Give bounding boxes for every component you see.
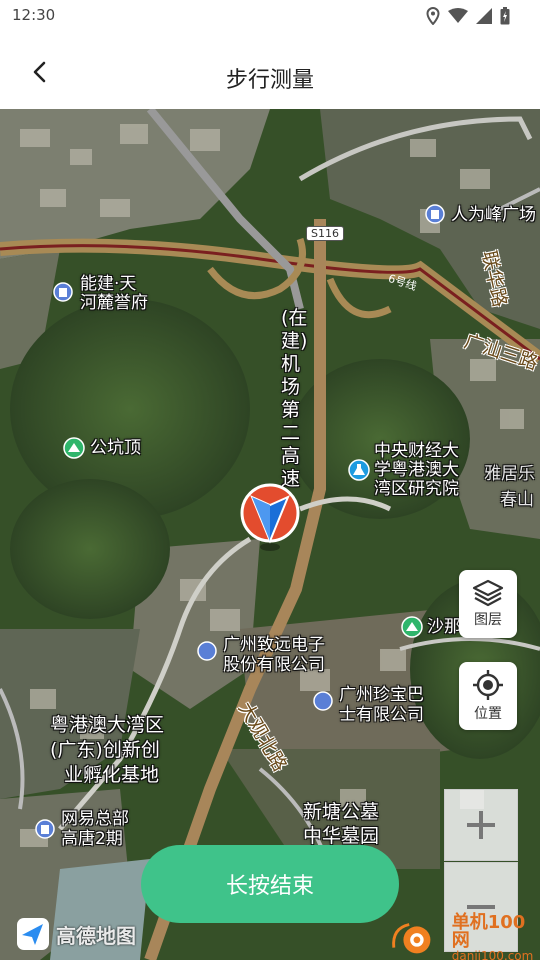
poi-label-wangyi-2: 高唐2期 xyxy=(61,829,123,849)
watermark-logo-icon xyxy=(392,923,431,954)
highway-shield: S116 xyxy=(306,226,344,241)
poi-label-zhiyuan-2: 股份有限公司 xyxy=(223,655,325,675)
status-time: 12:30 xyxy=(12,6,56,24)
poi-label-yaju-2: 春山 xyxy=(500,490,534,510)
poi-label-wangyi-1: 网易总部 xyxy=(61,809,129,829)
amap-logo-icon xyxy=(17,918,49,950)
amap-logo: 高德地图 xyxy=(16,917,136,951)
location-label: 位置 xyxy=(474,706,502,722)
location-button[interactable]: 位置 xyxy=(459,662,517,730)
poi-label-zhenbao-1: 广州珍宝巴 xyxy=(339,685,424,705)
poi-label-yuegang-3: 业孵化基地 xyxy=(64,764,160,786)
locate-icon xyxy=(473,670,503,700)
layers-label: 图层 xyxy=(474,612,502,628)
poi-label-zhiyuan-1: 广州致远电子 xyxy=(223,635,325,655)
poi-label-zhenbao-2: 士有限公司 xyxy=(339,705,424,725)
poi-label-shana: 沙那 xyxy=(427,617,461,637)
current-location-marker-icon xyxy=(240,483,300,551)
plus-icon xyxy=(467,811,495,839)
layers-button[interactable]: 图层 xyxy=(459,570,517,638)
poi-label-zhongyang-2: 学粤港澳大 xyxy=(374,460,459,480)
poi-mountain-icon xyxy=(63,437,85,459)
road-label-jichang: (在建)机场第二高速 xyxy=(281,307,308,490)
poi-company-icon xyxy=(197,641,217,661)
site-watermark: 单机100网 danji100.com xyxy=(388,914,540,960)
page-title: 步行测量 xyxy=(225,68,314,93)
poi-label-gongkengding: 公坑顶 xyxy=(90,438,141,458)
amap-logo-text: 高德地图 xyxy=(56,923,136,948)
long-press-end-button[interactable]: 长按结束 xyxy=(141,845,399,923)
location-status-icon xyxy=(426,7,440,25)
watermark-text-1: 单机100网 xyxy=(451,912,526,951)
poi-building-icon xyxy=(53,282,73,302)
poi-label-yaju-1: 雅居乐 xyxy=(484,464,535,484)
poi-label-xintang-1: 新塘公墓 xyxy=(303,801,380,823)
poi-label-xintang-2: 中华墓园 xyxy=(303,825,380,847)
map-view[interactable]: S116 6号线 (在建)机场第二高速 大观北路 联华路 广汕三路 人为峰广场 … xyxy=(0,109,540,960)
zoom-in-button[interactable] xyxy=(444,789,518,861)
minus-icon xyxy=(467,905,495,909)
poi-label-nengjian-2: 河麓誉府 xyxy=(80,293,148,313)
poi-label-zhongyang-3: 湾区研究院 xyxy=(374,479,459,499)
header: 步行测量 xyxy=(0,32,540,109)
layers-icon xyxy=(472,579,504,607)
battery-icon xyxy=(500,7,510,25)
poi-label-zhongyang-1: 中央财经大 xyxy=(374,441,459,461)
signal-icon xyxy=(476,8,492,24)
wifi-icon xyxy=(448,8,468,23)
poi-label-nengjian-1: 能建·天 xyxy=(80,274,137,294)
poi-company-icon xyxy=(313,691,333,711)
status-icons xyxy=(426,7,510,25)
poi-label-yuegang-2: (广东)创新创 xyxy=(50,739,160,761)
poi-building-icon xyxy=(35,819,55,839)
poi-school-icon xyxy=(348,459,370,481)
watermark-text-2: danji100.com xyxy=(451,949,534,960)
poi-label-yuegang-1: 粤港澳大湾区 xyxy=(50,714,165,736)
poi-label-renwei: 人为峰广场 xyxy=(451,205,536,225)
poi-building-icon xyxy=(425,204,445,224)
status-bar: 12:30 xyxy=(0,0,540,32)
poi-mountain-icon xyxy=(401,616,423,638)
